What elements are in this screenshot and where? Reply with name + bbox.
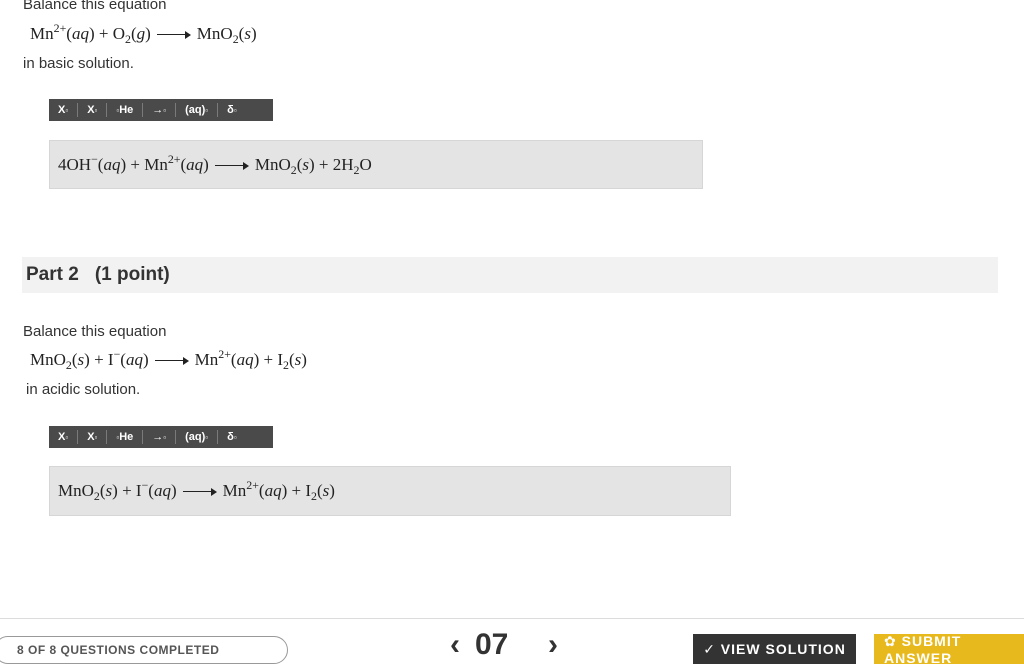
part1-intro: Balance this equation (23, 0, 167, 13)
part1-answer-value: 4OH−(aq) + Mn2+(aq) MnO2(s) + 2H2O (58, 151, 372, 177)
state-button[interactable]: (aq) ▫ (176, 103, 219, 117)
part2-header: Part 2 (1 point) (22, 257, 998, 293)
reaction-arrow-icon (182, 487, 217, 497)
part2-answer-field[interactable]: MnO2(s) + I−(aq) Mn2+(aq) + I2(s) (49, 466, 731, 516)
delta-button[interactable]: δ ▫ (218, 430, 246, 444)
next-question-button[interactable]: › (548, 628, 558, 662)
part2-intro: Balance this equation (23, 323, 167, 340)
superscript-button[interactable]: X ▫ (49, 103, 79, 117)
reaction-arrow-icon (214, 161, 249, 171)
subscript-button[interactable]: X ▫ (78, 430, 108, 444)
reaction-arrow-icon (156, 30, 191, 40)
part1-toolbar: X ▫ X ▫ ▫ He → ▫ (aq) ▫ δ ▫ (49, 99, 273, 121)
part2-condition: in acidic solution. (26, 381, 141, 398)
part1-equation: Mn2+(aq) + O2(g) MnO2(s) (30, 21, 257, 46)
element-button[interactable]: ▫ He (107, 430, 144, 444)
part2-points: (1 point) (94, 264, 170, 285)
part2-toolbar: X ▫ X ▫ ▫ He → ▫ (aq) ▫ δ ▫ (49, 426, 273, 448)
reaction-arrow-icon (154, 356, 189, 366)
part1-answer-field[interactable]: 4OH−(aq) + Mn2+(aq) MnO2(s) + 2H2O (49, 140, 703, 189)
arrow-button[interactable]: → ▫ (143, 103, 177, 117)
element-button[interactable]: ▫ He (107, 103, 144, 117)
superscript-button[interactable]: X ▫ (49, 430, 79, 444)
delta-button[interactable]: δ ▫ (218, 103, 246, 117)
state-button[interactable]: (aq) ▫ (176, 430, 219, 444)
part1-condition: in basic solution. (23, 55, 134, 72)
arrow-button[interactable]: → ▫ (143, 430, 177, 444)
part2-answer-value: MnO2(s) + I−(aq) Mn2+(aq) + I2(s) (58, 478, 335, 503)
footer-divider (0, 618, 1024, 619)
part2-title: Part 2 (26, 264, 79, 285)
submit-answer-button[interactable]: ✿ SUBMIT ANSWER (874, 633, 1024, 666)
prev-question-button[interactable]: ‹ (450, 628, 460, 662)
progress-indicator: 8 OF 8 QUESTIONS COMPLETED (0, 636, 288, 664)
question-number: 07 (475, 628, 509, 661)
view-solution-button[interactable]: ✓ VIEW SOLUTION (693, 634, 856, 664)
subscript-button[interactable]: X ▫ (78, 103, 108, 117)
part2-equation: MnO2(s) + I−(aq) Mn2+(aq) + I2(s) (30, 347, 307, 372)
